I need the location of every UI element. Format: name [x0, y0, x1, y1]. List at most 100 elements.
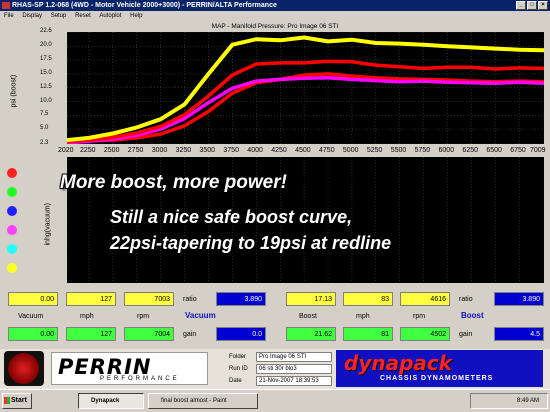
- y-tick-label: 5.0: [40, 125, 49, 132]
- run-id-label: Run ID: [229, 366, 248, 372]
- vacuum-value-2: 0.00: [8, 327, 58, 341]
- y-tick-label: 15.0: [40, 69, 52, 76]
- dynapack-logo: dynapack CHASSIS DYNAMOMETERS: [336, 350, 543, 387]
- x-tick-label: 6750: [510, 147, 526, 154]
- right-ratio-value: 3.890: [494, 292, 544, 306]
- vacuum-section-label: Vacuum: [185, 311, 216, 320]
- right-ratio-label: ratio: [459, 296, 473, 303]
- x-tick-label: 2020: [58, 147, 74, 154]
- right-mph-value: 83: [343, 292, 393, 306]
- perrin-logo-subtext: PERFORMANCE: [100, 376, 180, 382]
- date-field[interactable]: 21-Nov-2007 18:39:53: [256, 376, 332, 386]
- perrin-logo: PERRIN PERFORMANCE: [51, 352, 208, 385]
- x-tick-label: 3500: [199, 147, 216, 154]
- vacuum-y-label: inhg(vacuum): [44, 203, 52, 246]
- x-tick-label: 6500: [486, 147, 502, 154]
- boost-y-label: psi (boost): [10, 74, 18, 108]
- window-titlebar: RHAS-SP 1.2-068 (4WD - Motor Vehicle 200…: [0, 0, 550, 11]
- x-tick-label: 5500: [390, 147, 407, 154]
- x-tick-label: 4750: [319, 147, 335, 154]
- x-tick-label: 7009: [530, 147, 546, 154]
- dynapack-logo-subtext: CHASSIS DYNAMOMETERS: [380, 375, 494, 382]
- app-icon: [2, 2, 10, 9]
- date-label: Date: [229, 378, 242, 384]
- overlay-line-1: More boost, more power!: [60, 172, 287, 193]
- overlay-line-3: 22psi-tapering to 19psi at redline: [110, 233, 392, 253]
- folder-field[interactable]: Pro Image 06 STI: [256, 352, 332, 362]
- overlay-line-2: Still a nice safe boost curve,: [110, 207, 353, 227]
- x-tick-label: 2750: [127, 147, 144, 154]
- series-line-0: [66, 35, 545, 143]
- x-tick-label: 3250: [175, 147, 192, 154]
- left-gain-value: 0.0: [216, 327, 266, 341]
- y-tick-label: 10.0: [40, 97, 52, 104]
- x-tick-label: 6250: [462, 147, 478, 154]
- maximize-button[interactable]: □: [527, 1, 537, 10]
- y-tick-label: 2.3: [40, 140, 49, 146]
- vacuum-label: Vacuum: [18, 313, 44, 320]
- menubar: File Display Setup Reset Autoplot Help: [0, 11, 550, 22]
- run-color-dot[interactable]: [7, 187, 17, 197]
- menu-display[interactable]: Display: [22, 13, 42, 19]
- left-ratio-label: ratio: [183, 296, 197, 303]
- left-mph-label: mph: [80, 313, 94, 320]
- run-color-dot[interactable]: [7, 206, 17, 216]
- task-paint[interactable]: final boost almost - Paint: [148, 393, 258, 409]
- boost-chart-svg: [66, 31, 545, 145]
- x-tick-label: 5750: [414, 147, 431, 154]
- start-button[interactable]: Start: [2, 393, 32, 409]
- chart-title: MAP - Manifold Pressure: Pro Image 06 ST…: [211, 23, 339, 30]
- y-tick-label: 20.0: [40, 42, 52, 49]
- left-mph-value-2: 127: [66, 327, 116, 341]
- run-color-dot[interactable]: [7, 168, 17, 178]
- right-gain-label: gain: [459, 331, 473, 338]
- right-rpm-value-2: 4502: [400, 327, 450, 341]
- y-tick-label: 22.6: [40, 28, 52, 34]
- vacuum-value: 0.00: [8, 292, 58, 306]
- right-rpm-value: 4616: [400, 292, 450, 306]
- run-color-dot[interactable]: [7, 225, 17, 235]
- left-rpm-value-2: 7004: [124, 327, 174, 341]
- run-id-field[interactable]: 06 sti 30r blo3: [256, 364, 332, 374]
- boost-plot[interactable]: [66, 31, 545, 145]
- menu-reset[interactable]: Reset: [75, 13, 91, 19]
- left-gain-label: gain: [183, 331, 197, 338]
- menu-autoplot[interactable]: Autoplot: [99, 13, 121, 19]
- left-mph-value: 127: [66, 292, 116, 306]
- boost-label: Boost: [299, 313, 317, 320]
- left-rpm-label: rpm: [137, 313, 150, 320]
- task-dynapack[interactable]: Dynapack: [78, 393, 144, 409]
- right-gain-value: 4.5: [494, 327, 544, 341]
- left-rpm-value: 7003: [124, 292, 174, 306]
- x-tick-label: 6000: [438, 147, 455, 154]
- y-tick-label: 7.5: [40, 111, 49, 118]
- x-tick-label: 2250: [79, 147, 96, 154]
- taskbar: Start Dynapack final boost almost - Pain…: [0, 389, 550, 412]
- x-tick-label: 4000: [247, 147, 263, 154]
- run-color-dot[interactable]: [7, 244, 17, 254]
- boost-value-2: 21.62: [286, 327, 336, 341]
- window-title: RHAS-SP 1.2-068 (4WD - Motor Vehicle 200…: [12, 2, 277, 9]
- dynapack-logo-text: dynapack: [344, 351, 453, 375]
- left-ratio-value: 3.890: [216, 292, 266, 306]
- y-tick-label: 12.5: [40, 83, 52, 90]
- right-rpm-label: rpm: [413, 313, 426, 320]
- x-tick-label: 3750: [223, 147, 239, 154]
- clock: 8:49 AM: [516, 398, 539, 404]
- y-tick-label: 17.5: [40, 56, 52, 63]
- boost-section-label: Boost: [461, 311, 484, 320]
- menu-help[interactable]: Help: [130, 13, 142, 19]
- system-tray: 8:49 AM: [470, 393, 548, 409]
- close-button[interactable]: ×: [538, 1, 548, 10]
- x-tick-label: 2500: [103, 147, 120, 154]
- x-tick-label: 3000: [151, 147, 168, 154]
- right-mph-value-2: 81: [343, 327, 393, 341]
- menu-file[interactable]: File: [4, 13, 14, 19]
- menu-setup[interactable]: Setup: [51, 13, 67, 19]
- folder-label: Folder: [229, 354, 247, 360]
- run-color-dot[interactable]: [7, 263, 17, 273]
- x-tick-label: 5000: [342, 147, 359, 154]
- minimize-button[interactable]: _: [516, 1, 526, 10]
- right-mph-label: mph: [356, 313, 370, 320]
- x-tick-label: 5250: [366, 147, 383, 154]
